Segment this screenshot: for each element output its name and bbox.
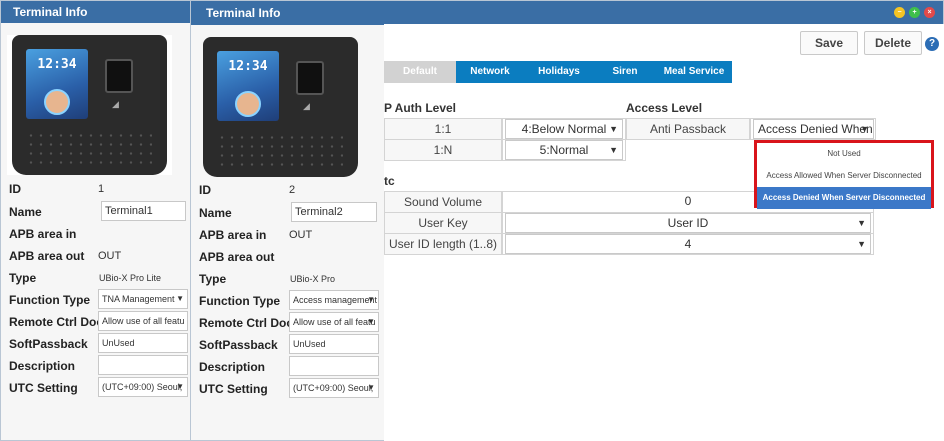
chevron-down-icon: ▼: [860, 124, 869, 134]
auth-level-heading: P Auth Level: [384, 101, 457, 115]
chevron-down-icon: ▼: [609, 145, 618, 155]
access-level-heading: Access Level: [626, 101, 703, 115]
description-field[interactable]: [289, 356, 379, 376]
auth-1-1-label: 1:1: [384, 118, 502, 140]
softpassback-field[interactable]: UnUsed: [289, 334, 379, 354]
name-field[interactable]: Terminal1: [101, 201, 186, 221]
close-icon[interactable]: ×: [924, 7, 935, 18]
dropdown-option-denied-when-disconnected[interactable]: Access Denied When Server Disconnected: [757, 187, 931, 209]
device-image: 12:34 ◢: [7, 35, 172, 175]
window-title: Terminal Info: [191, 1, 943, 25]
delete-button[interactable]: Delete: [864, 31, 922, 55]
apb-out-label: APB area out: [199, 250, 275, 264]
name-field[interactable]: Terminal2: [291, 202, 377, 222]
user-id-length-label: User ID length (1..8): [384, 233, 502, 255]
chevron-down-icon: ▼: [857, 218, 866, 228]
terminal-settings-panel: Save Delete ? Default Network Holidays S…: [384, 24, 944, 441]
type-label: Type: [199, 272, 227, 286]
minimize-icon[interactable]: −: [894, 7, 905, 18]
softpassback-label: SoftPassback: [9, 337, 88, 351]
apb-in-label: APB area in: [9, 227, 77, 241]
type-value: UBio-X Pro Lite: [99, 273, 162, 283]
softpassback-field[interactable]: UnUsed: [98, 333, 188, 353]
id-label: ID: [199, 183, 211, 197]
utc-setting-label: UTC Setting: [199, 382, 268, 396]
terminal-info-window-1: Terminal Info 12:34 ◢ ID 1 Name Terminal…: [0, 0, 200, 441]
apb-out-value: OUT: [98, 250, 122, 262]
utc-setting-select[interactable]: (UTC+09:00) Seoul, ▼: [289, 378, 379, 398]
description-label: Description: [9, 359, 76, 373]
dropdown-option-not-used[interactable]: Not Used: [757, 143, 931, 165]
function-type-select[interactable]: Access management ▼: [289, 290, 379, 310]
chevron-down-icon: ▼: [176, 382, 184, 391]
softpassback-label: SoftPassback: [199, 338, 278, 352]
name-label: Name: [199, 206, 232, 220]
anti-passback-dropdown-list: Not Used Access Allowed When Server Disc…: [754, 140, 934, 209]
chevron-down-icon: ▼: [176, 294, 184, 303]
help-icon[interactable]: ?: [925, 37, 939, 51]
remote-ctrl-door-select[interactable]: Allow use of all featu: [98, 311, 188, 331]
window-title: Terminal Info: [1, 1, 199, 23]
device-image: 12:34 ◢: [201, 37, 366, 177]
user-key-label: User Key: [384, 212, 502, 234]
dropdown-option-allowed-when-disconnected[interactable]: Access Allowed When Server Disconnected: [757, 165, 931, 187]
settings-tabs: Default Network Holidays Siren Meal Serv…: [384, 61, 732, 83]
auth-1-1-select[interactable]: 4:Below Normal ▼: [505, 119, 623, 139]
chevron-down-icon: ▼: [367, 317, 375, 326]
tab-siren[interactable]: Siren: [594, 61, 656, 83]
sound-volume-label: Sound Volume: [384, 191, 502, 213]
auth-1-n-label: 1:N: [384, 139, 502, 161]
remote-ctrl-door-label: Remote Ctrl Door: [9, 315, 109, 329]
anti-passback-select[interactable]: Access Denied When S ▼: [753, 119, 874, 139]
auth-1-n-select[interactable]: 5:Normal ▼: [505, 140, 623, 160]
description-label: Description: [199, 360, 266, 374]
user-id-length-select[interactable]: 4 ▼: [505, 234, 871, 254]
name-label: Name: [9, 205, 42, 219]
utc-setting-select[interactable]: (UTC+09:00) Seoul, ▼: [98, 377, 188, 397]
chevron-down-icon: ▼: [367, 295, 375, 304]
remote-ctrl-door-label: Remote Ctrl Door: [199, 316, 299, 330]
remote-ctrl-door-select[interactable]: Allow use of all featu ▼: [289, 312, 379, 332]
apb-out-label: APB area out: [9, 249, 85, 263]
type-label: Type: [9, 271, 37, 285]
function-type-label: Function Type: [9, 293, 91, 307]
id-value: 2: [289, 184, 296, 196]
tab-holidays[interactable]: Holidays: [524, 61, 594, 83]
type-value: UBio-X Pro: [290, 274, 336, 284]
anti-passback-label: Anti Passback: [626, 118, 750, 140]
tab-meal-service[interactable]: Meal Service: [656, 61, 732, 83]
etc-heading: tc: [384, 174, 395, 188]
id-value: 1: [98, 183, 105, 195]
function-type-select[interactable]: TNA Management ▼: [98, 289, 188, 309]
utc-setting-label: UTC Setting: [9, 381, 78, 395]
apb-out-value-top: OUT: [289, 229, 313, 241]
save-button[interactable]: Save: [800, 31, 858, 55]
user-key-select[interactable]: User ID ▼: [505, 213, 871, 233]
description-field[interactable]: [98, 355, 188, 375]
function-type-label: Function Type: [199, 294, 281, 308]
maximize-icon[interactable]: +: [909, 7, 920, 18]
tab-default[interactable]: Default: [384, 61, 456, 83]
chevron-down-icon: ▼: [367, 383, 375, 392]
tab-network[interactable]: Network: [456, 61, 524, 83]
chevron-down-icon: ▼: [609, 124, 618, 134]
apb-in-label: APB area in: [199, 228, 267, 242]
id-label: ID: [9, 182, 21, 196]
chevron-down-icon: ▼: [857, 239, 866, 249]
